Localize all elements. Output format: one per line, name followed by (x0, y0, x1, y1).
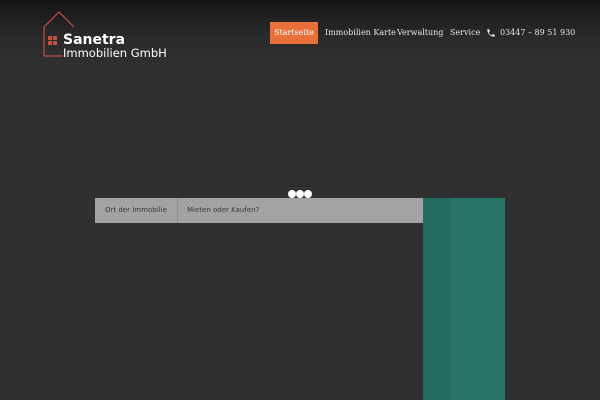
rent-or-buy-field[interactable]: Mieten oder Kaufen? (187, 198, 259, 223)
phone-icon (487, 29, 495, 37)
loader-dot (296, 190, 304, 198)
loader-dot (304, 190, 312, 198)
phone-number: 03447 – 89 51 930 (500, 28, 576, 37)
header-bar: Sanetra Immobilien GmbH Startseite Immob… (0, 0, 600, 66)
search-submit-panel[interactable] (423, 198, 505, 400)
nav-item-startseite[interactable]: Startseite (270, 22, 318, 44)
nav-item-verwaltung[interactable]: Verwaltung (397, 22, 443, 44)
panel-shade (423, 198, 451, 400)
brand-logo[interactable]: Sanetra Immobilien GmbH (41, 10, 167, 60)
nav-item-service[interactable]: Service (450, 22, 480, 44)
loader-dot (288, 190, 296, 198)
nav-item-immobilien-karte[interactable]: Immobilien Karte (325, 22, 396, 44)
property-search-bar: Ort der Immobilie Mieten oder Kaufen? (95, 198, 423, 223)
location-field[interactable]: Ort der Immobilie (105, 198, 167, 223)
search-divider (177, 198, 178, 223)
brand-subtitle: Immobilien GmbH (63, 46, 167, 60)
